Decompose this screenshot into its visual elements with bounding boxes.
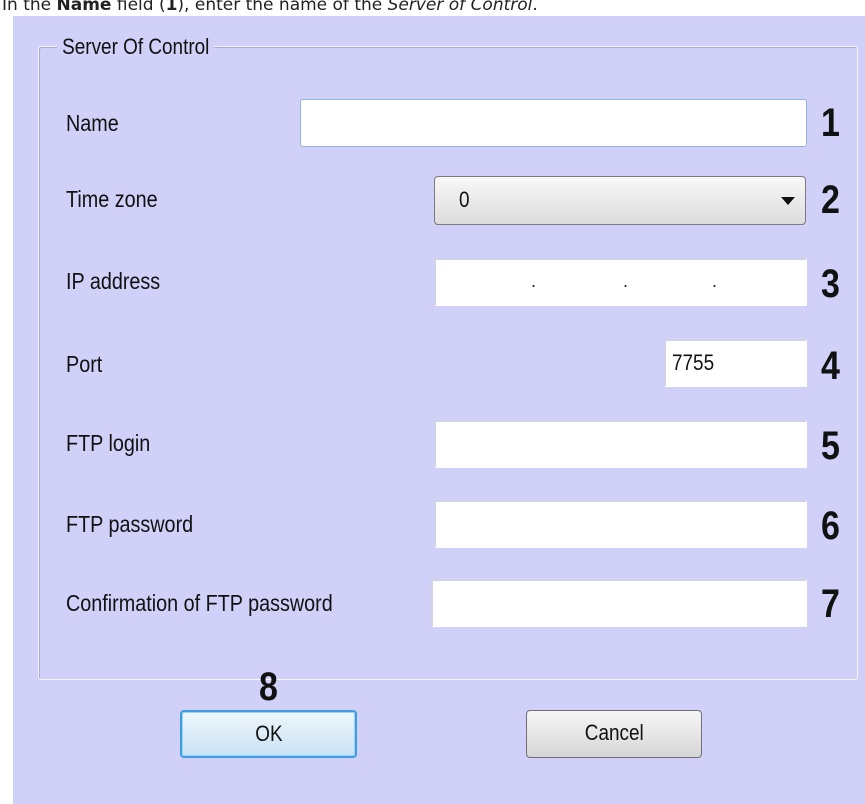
ftp-login-input[interactable] (434, 420, 807, 468)
caption-object: Server of Control (387, 0, 533, 15)
ftp-password-input[interactable] (434, 500, 807, 548)
time-zone-value: 0 (459, 187, 470, 212)
caption-suffix: ), enter the name of the (177, 0, 388, 15)
time-zone-label: Time zone (66, 186, 158, 212)
caption-prefix: In the (2, 0, 57, 15)
ip-separator-dot: . (531, 271, 537, 291)
chevron-down-icon (781, 197, 795, 205)
ftp-login-label: FTP login (66, 430, 151, 456)
marker-7: 7 (821, 582, 840, 626)
marker-2: 2 (821, 178, 840, 222)
caption-number: 1 (165, 0, 178, 15)
group-title: Server Of Control (57, 34, 215, 60)
ip-separator-dot: . (623, 271, 629, 291)
name-input[interactable] (300, 99, 807, 147)
marker-4: 4 (821, 344, 840, 388)
caption-middle: field ( (111, 0, 166, 15)
marker-8: 8 (259, 665, 278, 709)
cancel-button[interactable]: Cancel (526, 710, 702, 758)
caption-field: Name (56, 0, 112, 15)
ip-address-input[interactable]: . . . (434, 258, 807, 306)
ftp-password-label: FTP password (66, 511, 194, 537)
marker-1: 1 (821, 101, 840, 145)
port-input[interactable]: 7755 (664, 339, 807, 387)
ip-address-label: IP address (66, 268, 161, 294)
time-zone-dropdown[interactable]: 0 (434, 176, 806, 225)
port-label: Port (66, 351, 103, 377)
ftp-password-confirm-input[interactable] (431, 579, 807, 627)
ok-button-label: OK (254, 721, 283, 746)
server-of-control-dialog: Server Of Control Name 1 Time zone 0 2 I… (13, 16, 865, 804)
instruction-caption: In the Name field (1), enter the name of… (2, 0, 538, 16)
caption-end: . (532, 0, 538, 15)
port-value: 7755 (672, 350, 715, 375)
marker-5: 5 (821, 424, 840, 468)
cancel-button-label: Cancel (584, 720, 644, 745)
ip-separator-dot: . (712, 271, 718, 291)
marker-6: 6 (821, 504, 840, 548)
marker-3: 3 (821, 262, 840, 306)
ok-button[interactable]: OK (180, 710, 357, 758)
name-label: Name (66, 110, 119, 136)
ftp-password-confirm-label: Confirmation of FTP password (66, 590, 333, 616)
